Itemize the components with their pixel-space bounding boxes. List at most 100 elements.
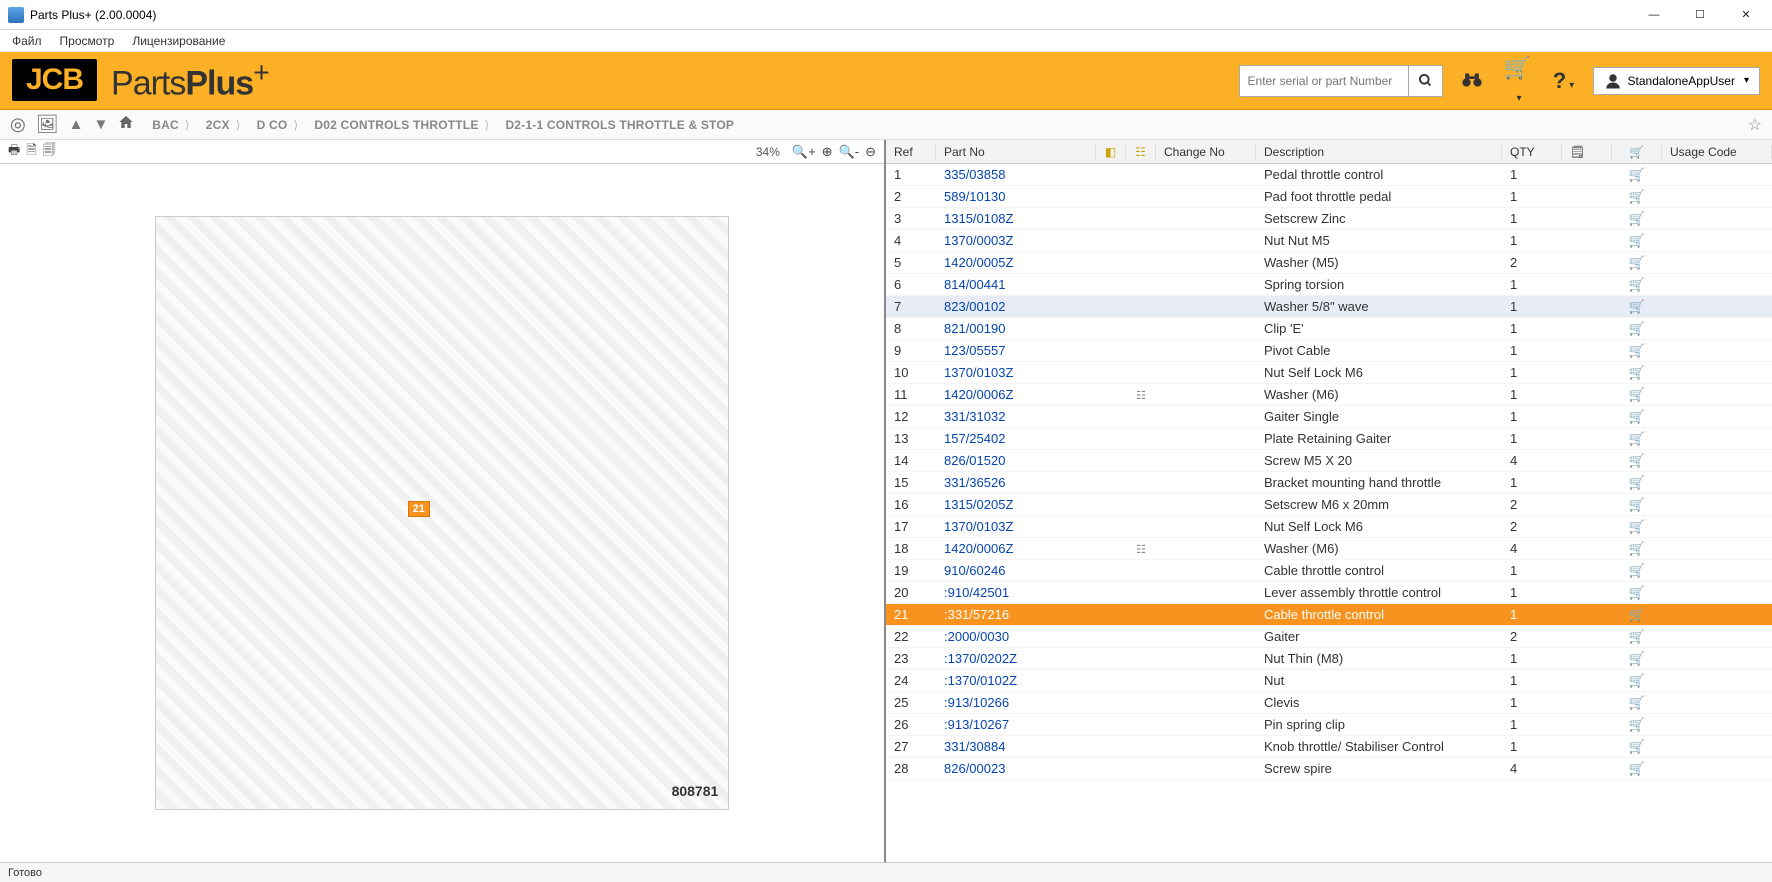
cell-part-link[interactable]: 826/00023	[936, 761, 1096, 776]
maximize-button[interactable]: ☐	[1678, 0, 1722, 30]
cell-part-link[interactable]: 331/31032	[936, 409, 1096, 424]
close-button[interactable]: ✕	[1724, 0, 1768, 30]
table-body[interactable]: 1335/03858Pedal throttle control1🛒2589/1…	[886, 164, 1772, 862]
table-row[interactable]: 20:910/42501Lever assembly throttle cont…	[886, 582, 1772, 604]
table-row[interactable]: 19910/60246Cable throttle control1🛒	[886, 560, 1772, 582]
table-row[interactable]: 23:1370/0202ZNut Thin (M8)1🛒	[886, 648, 1772, 670]
table-row[interactable]: 181420/0006Z☷Washer (M6)4🛒	[886, 538, 1772, 560]
table-row[interactable]: 9123/05557Pivot Cable1🛒	[886, 340, 1772, 362]
cell-cart-button[interactable]: 🛒	[1612, 233, 1662, 249]
cell-part-link[interactable]: :331/57216	[936, 607, 1096, 622]
cell-part-link[interactable]: 826/01520	[936, 453, 1096, 468]
diagram-image[interactable]: 21 808781	[155, 216, 730, 809]
col-desc[interactable]: Description	[1256, 145, 1502, 159]
cell-cart-button[interactable]: 🛒	[1612, 629, 1662, 645]
print-icon[interactable]: 🖶	[8, 141, 20, 163]
table-row[interactable]: 111420/0006Z☷Washer (M6)1🛒	[886, 384, 1772, 406]
zoom-out-icon[interactable]: 🔍-	[839, 144, 860, 160]
minimize-button[interactable]: —	[1632, 0, 1676, 30]
zoom-fit-icon[interactable]: ⊕	[822, 144, 833, 160]
cell-cart-button[interactable]: 🛒	[1612, 255, 1662, 271]
table-row[interactable]: 6814/00441Spring torsion1🛒	[886, 274, 1772, 296]
menu-license[interactable]: Лицензирование	[132, 34, 225, 48]
cell-cart-button[interactable]: 🛒	[1612, 563, 1662, 579]
breadcrumb-item[interactable]: 2CX	[198, 116, 249, 134]
cell-cart-button[interactable]: 🛒	[1612, 475, 1662, 491]
cell-cart-button[interactable]: 🛒	[1612, 651, 1662, 667]
table-row[interactable]: 8821/00190Clip 'E'1🛒	[886, 318, 1772, 340]
binoculars-icon[interactable]	[1455, 68, 1489, 94]
cell-cart-button[interactable]: 🛒	[1612, 519, 1662, 535]
cell-cart-button[interactable]: 🛒	[1612, 739, 1662, 755]
cell-cart-button[interactable]: 🛒	[1612, 277, 1662, 293]
col-qty[interactable]: QTY	[1502, 145, 1562, 159]
table-row[interactable]: 24:1370/0102ZNut1🛒	[886, 670, 1772, 692]
zoom-reset-icon[interactable]: ⊖	[865, 144, 876, 160]
cell-cart-button[interactable]: 🛒	[1612, 189, 1662, 205]
cell-cart-button[interactable]: 🛒	[1612, 431, 1662, 447]
cell-cart-button[interactable]: 🛒	[1612, 167, 1662, 183]
image-icon[interactable]: 🖼	[36, 114, 59, 135]
cell-part-link[interactable]: 335/03858	[936, 167, 1096, 182]
table-row[interactable]: 28826/00023Screw spire4🛒	[886, 758, 1772, 780]
nav-up-icon[interactable]: ▲	[69, 116, 84, 133]
cell-cart-button[interactable]: 🛒	[1612, 365, 1662, 381]
cell-part-link[interactable]: 1370/0003Z	[936, 233, 1096, 248]
cell-cart-button[interactable]: 🛒	[1612, 321, 1662, 337]
cell-part-link[interactable]: :2000/0030	[936, 629, 1096, 644]
cell-cart-button[interactable]: 🛒	[1612, 541, 1662, 557]
cell-part-link[interactable]: :913/10267	[936, 717, 1096, 732]
cell-part-link[interactable]: :910/42501	[936, 585, 1096, 600]
col-part[interactable]: Part No	[936, 145, 1096, 159]
cell-part-link[interactable]: 1420/0005Z	[936, 255, 1096, 270]
cell-cart-button[interactable]: 🛒	[1612, 607, 1662, 623]
zoom-in-icon[interactable]: 🔍+	[792, 144, 816, 160]
cell-cart-button[interactable]: 🛒	[1612, 761, 1662, 777]
cell-cart-button[interactable]: 🛒	[1612, 717, 1662, 733]
user-menu[interactable]: StandaloneAppUser ▾	[1593, 67, 1760, 95]
search-button[interactable]	[1409, 65, 1443, 97]
breadcrumb-item[interactable]: BAC	[144, 116, 198, 134]
cell-cart-button[interactable]: 🛒	[1612, 585, 1662, 601]
table-row[interactable]: 51420/0005ZWasher (M5)2🛒	[886, 252, 1772, 274]
cell-part-link[interactable]: 589/10130	[936, 189, 1096, 204]
cell-part-link[interactable]: 910/60246	[936, 563, 1096, 578]
favorite-icon[interactable]: ☆	[1748, 115, 1762, 135]
col-usage[interactable]: Usage Code	[1662, 145, 1772, 159]
cell-part-link[interactable]: 1370/0103Z	[936, 365, 1096, 380]
menu-view[interactable]: Просмотр	[60, 34, 115, 48]
breadcrumb-item[interactable]: D CO	[249, 116, 307, 134]
help-icon[interactable]: ?▾	[1547, 68, 1581, 94]
diagram-hotspot[interactable]: 21	[408, 501, 430, 517]
cell-part-link[interactable]: 814/00441	[936, 277, 1096, 292]
cell-part-link[interactable]: 1370/0103Z	[936, 519, 1096, 534]
table-row[interactable]: 14826/01520Screw M5 X 204🛒	[886, 450, 1772, 472]
table-row[interactable]: 41370/0003ZNut Nut M51🛒	[886, 230, 1772, 252]
cell-part-link[interactable]: 821/00190	[936, 321, 1096, 336]
cell-cart-button[interactable]: 🛒	[1612, 453, 1662, 469]
cell-part-link[interactable]: 157/25402	[936, 431, 1096, 446]
search-input[interactable]	[1239, 65, 1409, 97]
cell-part-link[interactable]: 1315/0205Z	[936, 497, 1096, 512]
cell-cart-button[interactable]: 🛒	[1612, 695, 1662, 711]
cell-cart-button[interactable]: 🛒	[1612, 343, 1662, 359]
cell-part-link[interactable]: :1370/0102Z	[936, 673, 1096, 688]
cell-cart-button[interactable]: 🛒	[1612, 299, 1662, 315]
table-row[interactable]: 31315/0108ZSetscrew Zinc1🛒	[886, 208, 1772, 230]
save-icon[interactable]: 🗐	[43, 141, 56, 163]
cell-part-link[interactable]: 1315/0108Z	[936, 211, 1096, 226]
cell-part-link[interactable]: 331/36526	[936, 475, 1096, 490]
cell-cart-button[interactable]: 🛒	[1612, 409, 1662, 425]
table-row[interactable]: 26:913/10267Pin spring clip1🛒	[886, 714, 1772, 736]
table-row[interactable]: 101370/0103ZNut Self Lock M61🛒	[886, 362, 1772, 384]
table-row[interactable]: 15331/36526Bracket mounting hand throttl…	[886, 472, 1772, 494]
nav-down-icon[interactable]: ▼	[93, 116, 108, 133]
breadcrumb-item[interactable]: D2-1-1 CONTROLS THROTTLE & STOP	[497, 116, 748, 134]
cell-part-link[interactable]: 331/30884	[936, 739, 1096, 754]
table-row[interactable]: 161315/0205ZSetscrew M6 x 20mm2🛒	[886, 494, 1772, 516]
cell-cart-button[interactable]: 🛒	[1612, 387, 1662, 403]
col-change[interactable]: Change No	[1156, 145, 1256, 159]
table-row[interactable]: 21:331/57216Cable throttle control1🛒	[886, 604, 1772, 626]
cell-cart-button[interactable]: 🛒	[1612, 673, 1662, 689]
home-icon[interactable]	[118, 114, 134, 135]
